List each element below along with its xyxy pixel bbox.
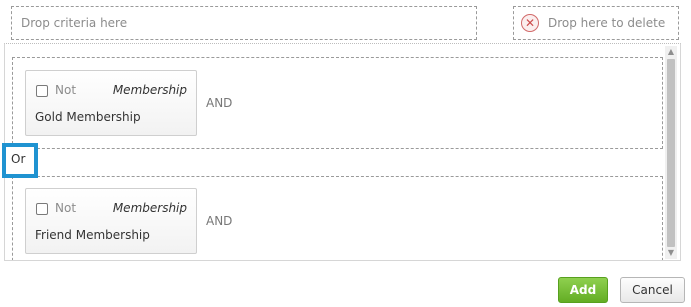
- drop-criteria-zone[interactable]: Drop criteria here: [11, 6, 477, 40]
- criteria-card[interactable]: Not Membership Gold Membership: [25, 70, 197, 136]
- add-button[interactable]: Add: [558, 277, 608, 303]
- not-label: Not: [55, 201, 77, 215]
- cancel-button[interactable]: Cancel: [620, 277, 685, 303]
- vertical-scrollbar[interactable]: ▲ ▼: [665, 46, 677, 259]
- criteria-groups-container: Not Membership Gold Membership AND Not M…: [4, 43, 681, 261]
- or-connector[interactable]: Or: [2, 143, 38, 178]
- scrollbar-thumb[interactable]: [667, 59, 675, 247]
- drop-criteria-label: Drop criteria here: [21, 16, 128, 30]
- criteria-name: Friend Membership: [35, 228, 150, 242]
- criteria-card[interactable]: Not Membership Friend Membership: [25, 188, 197, 254]
- delete-drop-zone[interactable]: ✕ Drop here to delete: [513, 6, 679, 40]
- criteria-group[interactable]: Not Membership Friend Membership AND: [12, 176, 663, 260]
- scroll-up-icon[interactable]: ▲: [665, 46, 677, 58]
- delete-zone-label: Drop here to delete: [548, 16, 666, 30]
- or-label: Or: [11, 152, 26, 166]
- criteria-group[interactable]: Not Membership Gold Membership AND: [12, 57, 663, 149]
- criteria-builder: Drop criteria here ✕ Drop here to delete…: [0, 0, 691, 307]
- and-operator: AND: [206, 96, 233, 110]
- not-label: Not: [55, 83, 77, 97]
- criteria-name: Gold Membership: [35, 110, 141, 124]
- not-checkbox[interactable]: [36, 203, 48, 215]
- criteria-type: Membership: [112, 83, 187, 97]
- not-checkbox[interactable]: [36, 85, 48, 97]
- criteria-type: Membership: [112, 201, 187, 215]
- scroll-down-icon[interactable]: ▼: [665, 247, 677, 259]
- close-circle-icon: ✕: [521, 14, 539, 32]
- and-operator: AND: [206, 214, 233, 228]
